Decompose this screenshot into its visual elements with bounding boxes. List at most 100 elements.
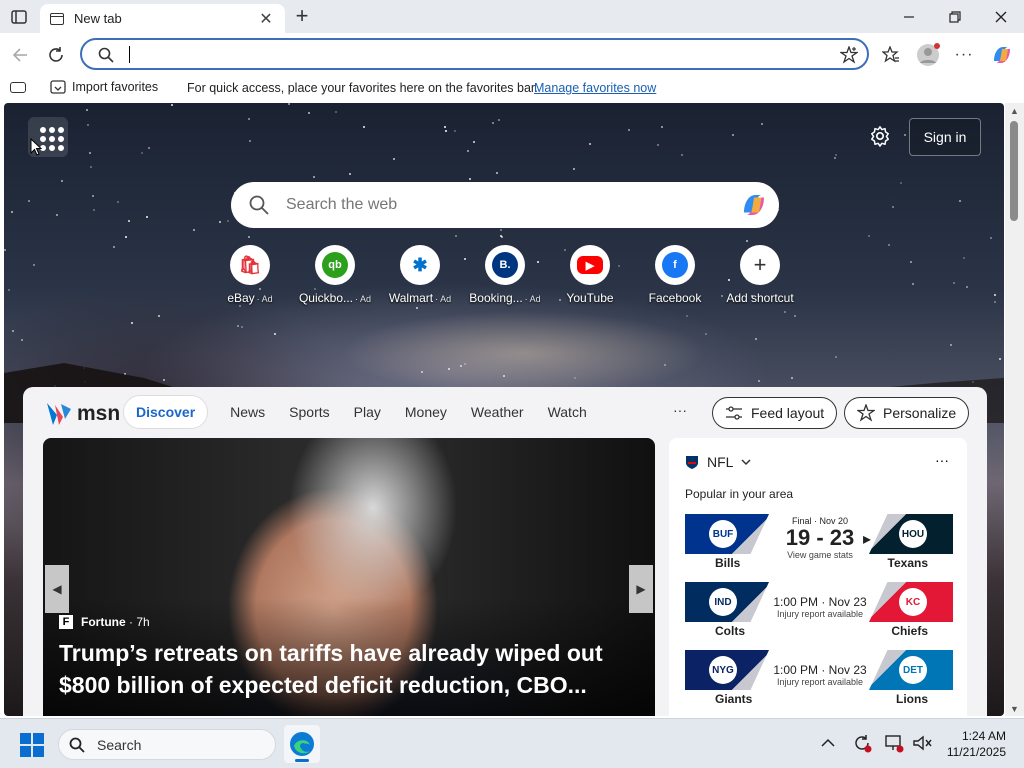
star <box>466 149 469 152</box>
shortcut-tile[interactable]: qb Quickbo... · Ad <box>293 245 377 305</box>
shortcut-name: Add shortcut <box>726 291 794 305</box>
shortcut-tile[interactable]: + Add shortcut <box>718 245 802 305</box>
taskbar-search[interactable]: Search <box>58 729 276 760</box>
game-row[interactable]: BUF HOU Bills Texans Final · Nov 20 19 - 23 ▸ V… <box>685 514 953 574</box>
ad-badge: · Ad <box>435 294 452 304</box>
new-tab-button[interactable]: + <box>291 5 313 28</box>
carousel-next-button[interactable]: ▶ <box>629 565 653 613</box>
favorites-bar-toggle-icon[interactable] <box>10 82 26 93</box>
team2-logo-icon: KC <box>899 588 927 616</box>
favorites-button[interactable] <box>877 41 905 69</box>
star <box>32 264 35 267</box>
favorites-bar-hint: For quick access, place your favorites h… <box>187 81 538 95</box>
sync-icon[interactable] <box>852 733 872 758</box>
star <box>573 167 576 170</box>
game-status: 1:00 PM · Nov 23 <box>773 663 867 677</box>
tab-actions-button[interactable] <box>0 0 38 33</box>
team2-logo-panel: KC <box>869 582 953 622</box>
restore-icon <box>949 10 961 23</box>
game-row[interactable]: NYG DET Giants Lions 1:00 PM · Nov 23 Injury … <box>685 650 953 710</box>
star <box>227 220 230 222</box>
walmart-icon: ✱ <box>400 245 440 285</box>
shortcut-name: eBay <box>227 291 255 305</box>
start-button[interactable] <box>20 733 44 757</box>
card-more-button[interactable]: ··· <box>935 452 949 468</box>
gear-icon[interactable] <box>869 125 891 147</box>
tab-close-icon[interactable]: ✕ <box>257 9 275 29</box>
address-bar[interactable] <box>80 38 869 70</box>
settings-more-button[interactable]: ··· <box>950 41 978 69</box>
star <box>147 147 150 150</box>
story-headline[interactable]: Trump’s retreats on tariffs have already… <box>59 637 639 701</box>
tab-sports[interactable]: Sports <box>277 395 341 429</box>
tab-discover[interactable]: Discover <box>123 395 209 429</box>
star <box>287 103 290 105</box>
copilot-icon[interactable] <box>739 190 769 220</box>
star <box>656 143 659 146</box>
tab-money[interactable]: Money <box>393 395 459 429</box>
msn-feed: msn Discover News Sports Play Money Weather Wa… <box>23 387 987 716</box>
manage-favorites-link[interactable]: Manage favorites now <box>534 81 656 95</box>
tab-weather[interactable]: Weather <box>459 395 536 429</box>
scroll-down-arrow[interactable]: ▼ <box>1010 704 1019 714</box>
scroll-up-arrow[interactable]: ▲ <box>1010 106 1019 116</box>
chevron-up-icon[interactable] <box>821 735 835 753</box>
search-icon <box>98 47 114 63</box>
game-row[interactable]: IND KC Colts Chiefs 1:00 PM · Nov 23 Injury r… <box>685 582 953 642</box>
restore-button[interactable] <box>932 0 978 33</box>
shortcut-tile[interactable]: ▶ YouTube <box>548 245 632 305</box>
page-scrollbar[interactable]: ▲ ▼ <box>1005 103 1024 716</box>
network-icon[interactable] <box>884 733 904 758</box>
team2-name: Chiefs <box>891 624 928 638</box>
star <box>993 293 996 296</box>
tab-new-tab[interactable]: New tab ✕ <box>40 4 285 33</box>
feed-layout-button[interactable]: Feed layout <box>712 397 838 429</box>
hero-story[interactable]: ◀ ▶ F Fortune · 7h Trump’s retreats on t… <box>43 438 655 716</box>
import-favorites-button[interactable]: Import favorites <box>50 79 158 95</box>
back-button[interactable] <box>6 41 34 69</box>
game-info: Final · Nov 20 19 - 23 ▸ View game stats <box>765 516 875 560</box>
star <box>834 153 837 156</box>
search-placeholder[interactable]: Search the web <box>286 196 397 214</box>
shortcut-tile[interactable]: B. Booking... · Ad <box>463 245 547 305</box>
team1-name: Bills <box>715 556 741 570</box>
team2-logo-icon: HOU <box>899 520 927 548</box>
profile-button[interactable] <box>914 41 942 69</box>
personalize-button[interactable]: Personalize <box>844 397 970 429</box>
msn-logo[interactable]: msn <box>45 401 120 427</box>
minimize-button[interactable] <box>886 0 932 33</box>
shortcut-tile[interactable]: 🛍 eBay · Ad <box>208 245 292 305</box>
edge-taskbar-button[interactable] <box>284 725 320 763</box>
taskbar: Search 1:24 AM 11/21/2025 <box>0 718 1024 768</box>
close-window-button[interactable] <box>978 0 1024 33</box>
tab-news[interactable]: News <box>218 395 277 429</box>
nfl-title: NFL <box>707 454 734 470</box>
star <box>127 220 130 223</box>
refresh-button[interactable] <box>42 41 70 69</box>
system-clock[interactable]: 1:24 AM 11/21/2025 <box>947 728 1006 760</box>
star <box>473 140 476 143</box>
booking-icon: B. <box>485 245 525 285</box>
shortcut-tile[interactable]: ✱ Walmart · Ad <box>378 245 462 305</box>
copilot-button[interactable] <box>988 41 1016 69</box>
nfl-header[interactable]: NFL <box>685 454 751 470</box>
shortcut-tile[interactable]: f Facebook <box>633 245 717 305</box>
shortcut-label: Quickbo... · Ad <box>293 291 377 305</box>
tab-play[interactable]: Play <box>342 395 393 429</box>
nav-more-button[interactable]: ··· <box>673 402 687 418</box>
volume-icon[interactable] <box>912 733 932 758</box>
star <box>468 178 471 181</box>
tab-watch[interactable]: Watch <box>536 395 599 429</box>
star <box>661 125 664 128</box>
game-status: 1:00 PM · Nov 23 <box>773 595 867 609</box>
star <box>492 122 495 125</box>
scrollbar-thumb[interactable] <box>1010 121 1018 221</box>
sign-in-button[interactable]: Sign in <box>909 118 981 156</box>
tab-actions-icon <box>11 9 27 24</box>
star <box>498 118 501 121</box>
add-favorite-star-icon[interactable] <box>840 46 858 64</box>
web-search-box[interactable]: Search the web <box>231 182 779 228</box>
star <box>904 134 907 137</box>
star <box>90 166 93 169</box>
carousel-prev-button[interactable]: ◀ <box>45 565 69 613</box>
